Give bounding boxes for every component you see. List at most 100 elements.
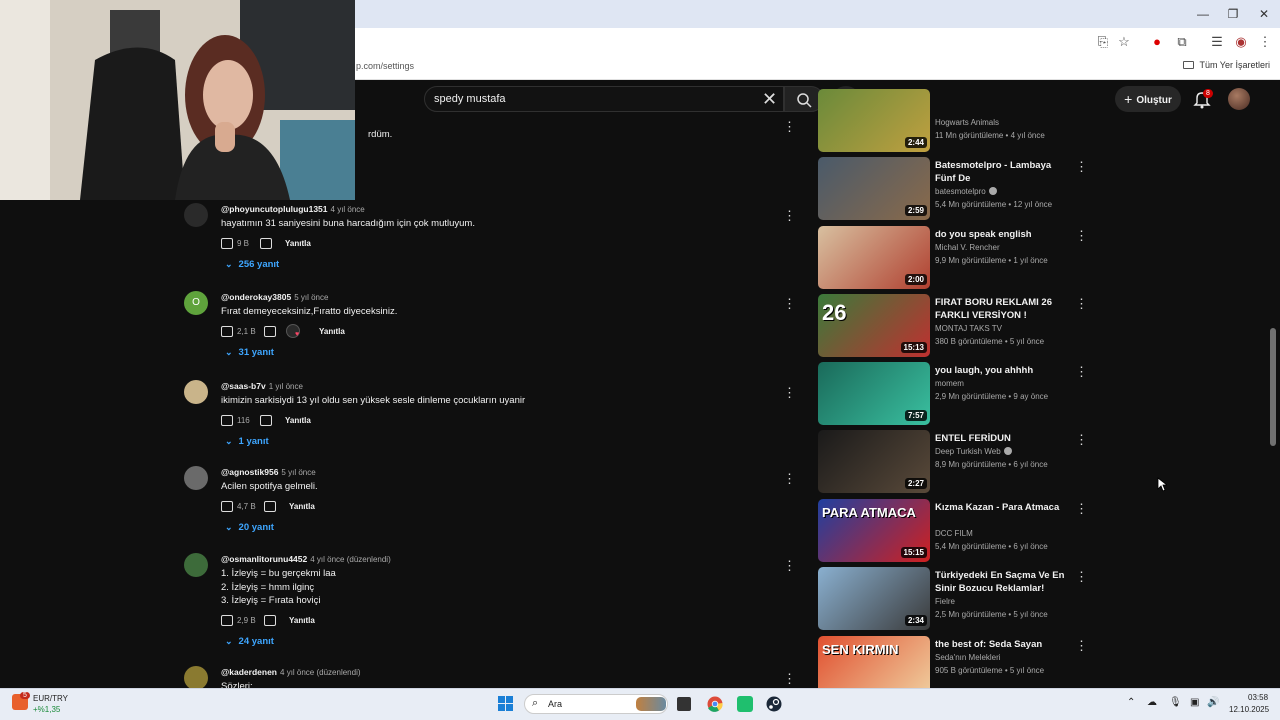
clock-time[interactable]: 03:58: [1248, 693, 1268, 702]
reply-button[interactable]: Yanıtla: [285, 239, 311, 248]
comment-time[interactable]: 5 yıl önce: [281, 468, 315, 477]
comment-author[interactable]: @osmanlitorunu4452: [221, 554, 307, 564]
tray-chevron-icon[interactable]: ⌃: [1127, 697, 1135, 708]
extensions-icon[interactable]: ⧉: [1173, 33, 1191, 51]
commenter-avatar[interactable]: [184, 466, 208, 490]
video-more-icon[interactable]: ⋮: [1075, 297, 1088, 310]
create-button[interactable]: + Oluştur: [1115, 86, 1181, 112]
video-title[interactable]: ENTEL FERİDUN: [935, 432, 1069, 445]
video-channel[interactable]: DCC FILM: [935, 529, 973, 538]
dislike-icon[interactable]: [264, 326, 276, 337]
video-channel[interactable]: MONTAJ TAKS TV: [935, 324, 1002, 333]
onedrive-icon[interactable]: ☁: [1147, 697, 1157, 708]
view-replies-button[interactable]: ⌄ 256 yanıt: [225, 259, 279, 270]
restore-icon[interactable]: ❐: [1218, 4, 1248, 24]
reply-button[interactable]: Yanıtla: [289, 502, 315, 511]
like-icon[interactable]: [221, 326, 233, 337]
reply-button[interactable]: Yanıtla: [319, 327, 345, 336]
like-icon[interactable]: [221, 615, 233, 626]
comment-more-icon[interactable]: ⋮: [783, 386, 796, 399]
comment-more-icon[interactable]: ⋮: [783, 209, 796, 222]
opera-extension-icon[interactable]: ●: [1148, 33, 1166, 51]
video-title[interactable]: Türkiyedeki En Saçma Ve En Sinir Bozucu …: [935, 569, 1069, 595]
video-channel[interactable]: momem: [935, 379, 964, 388]
dislike-icon[interactable]: [264, 501, 276, 512]
comment-author[interactable]: @onderokay3805: [221, 292, 291, 302]
video-more-icon[interactable]: ⋮: [1075, 570, 1088, 583]
video-more-icon[interactable]: ⋮: [1075, 229, 1088, 242]
video-title[interactable]: Batesmotelpro - Lambaya Fünf De: [935, 159, 1069, 185]
chrome-icon[interactable]: [707, 696, 723, 712]
dislike-icon[interactable]: [260, 415, 272, 426]
comment-more-icon[interactable]: ⋮: [783, 297, 796, 310]
currency-label[interactable]: EUR/TRY: [33, 694, 68, 703]
comment-author[interactable]: @saas-b7v: [221, 381, 266, 391]
video-channel[interactable]: Michal V. Rencher: [935, 243, 1000, 252]
comment-author[interactable]: @agnostik956: [221, 467, 278, 477]
dislike-icon[interactable]: [264, 615, 276, 626]
comment-time[interactable]: 4 yıl önce (düzenlendi): [280, 668, 361, 677]
account-avatar[interactable]: [1228, 88, 1250, 110]
comment-author[interactable]: @phoyuncutoplulugu1351: [221, 204, 328, 214]
reply-button[interactable]: Yanıtla: [285, 416, 311, 425]
video-title[interactable]: do you speak english: [935, 228, 1069, 241]
video-title[interactable]: the best of: Seda Sayan: [935, 638, 1069, 651]
tray-microphone-icon[interactable]: 🎙: [1169, 697, 1182, 708]
reply-button[interactable]: Yanıtla: [289, 616, 315, 625]
comment-time[interactable]: 4 yıl önce (düzenlendi): [310, 555, 391, 564]
video-title[interactable]: you laugh, you ahhhh: [935, 364, 1069, 377]
clear-search-icon[interactable]: ✕: [762, 89, 777, 110]
commenter-avatar[interactable]: O: [184, 291, 208, 315]
video-more-icon[interactable]: ⋮: [1075, 639, 1088, 652]
commenter-avatar[interactable]: [184, 666, 208, 690]
comment-more-icon[interactable]: ⋮: [783, 559, 796, 572]
dislike-icon[interactable]: [260, 238, 272, 249]
video-more-icon[interactable]: ⋮: [1075, 502, 1088, 515]
task-view-icon[interactable]: [677, 697, 691, 711]
steam-icon[interactable]: [766, 696, 782, 712]
profile-avatar-icon[interactable]: ◉: [1232, 33, 1250, 51]
view-replies-button[interactable]: ⌄ 1 yanıt: [225, 436, 269, 447]
close-icon[interactable]: ✕: [1249, 4, 1279, 24]
all-bookmarks-folder[interactable]: Tüm Yer İşaretleri: [1183, 60, 1270, 70]
thumbnail-overlay-text: SEN KIRMIN: [822, 642, 899, 657]
comment-more-icon[interactable]: ⋮: [783, 120, 796, 133]
app-icon-green[interactable]: [737, 696, 753, 712]
install-app-icon[interactable]: ⎘: [1094, 33, 1112, 51]
tab-search-icon[interactable]: ☰: [1208, 33, 1226, 51]
comment-time[interactable]: 1 yıl önce: [269, 382, 303, 391]
bookmark-star-icon[interactable]: ☆: [1115, 33, 1133, 51]
video-title[interactable]: Kızma Kazan - Para Atmaca: [935, 501, 1069, 514]
url-text[interactable]: p.com/settings: [356, 61, 414, 71]
video-channel[interactable]: Hogwarts Animals: [935, 118, 999, 127]
menu-dots-icon[interactable]: ⋮: [1256, 33, 1274, 51]
clock-date[interactable]: 12.10.2025: [1229, 705, 1269, 714]
commenter-avatar[interactable]: [184, 553, 208, 577]
comment-more-icon[interactable]: ⋮: [783, 472, 796, 485]
video-channel[interactable]: Fielre: [935, 597, 955, 606]
network-icon[interactable]: ▣: [1190, 697, 1199, 708]
video-more-icon[interactable]: ⋮: [1075, 160, 1088, 173]
comment-author[interactable]: @kaderdenen: [221, 667, 277, 677]
video-channel[interactable]: Seda'nın Melekleri: [935, 653, 1001, 662]
video-channel[interactable]: Deep Turkish Web: [935, 447, 1001, 456]
view-replies-button[interactable]: ⌄ 31 yanıt: [225, 347, 274, 358]
video-more-icon[interactable]: ⋮: [1075, 365, 1088, 378]
like-icon[interactable]: [221, 415, 233, 426]
volume-icon[interactable]: 🔊: [1207, 697, 1219, 708]
comment-time[interactable]: 5 yıl önce: [294, 293, 328, 302]
like-icon[interactable]: [221, 501, 233, 512]
commenter-avatar[interactable]: [184, 380, 208, 404]
video-more-icon[interactable]: ⋮: [1075, 433, 1088, 446]
video-title[interactable]: FIRAT BORU REKLAMI 26 FARKLI VERSİYON !: [935, 296, 1069, 322]
comment-more-icon[interactable]: ⋮: [783, 672, 796, 685]
commenter-avatar[interactable]: [184, 203, 208, 227]
page-scrollbar[interactable]: [1270, 328, 1276, 446]
video-channel[interactable]: batesmotelpro: [935, 187, 986, 196]
like-icon[interactable]: [221, 238, 233, 249]
view-replies-button[interactable]: ⌄ 20 yanıt: [225, 522, 274, 533]
comment-time[interactable]: 4 yıl önce: [331, 205, 365, 214]
minimize-icon[interactable]: —: [1188, 4, 1218, 24]
windows-start-icon[interactable]: [498, 696, 514, 712]
view-replies-button[interactable]: ⌄ 24 yanıt: [225, 636, 274, 647]
